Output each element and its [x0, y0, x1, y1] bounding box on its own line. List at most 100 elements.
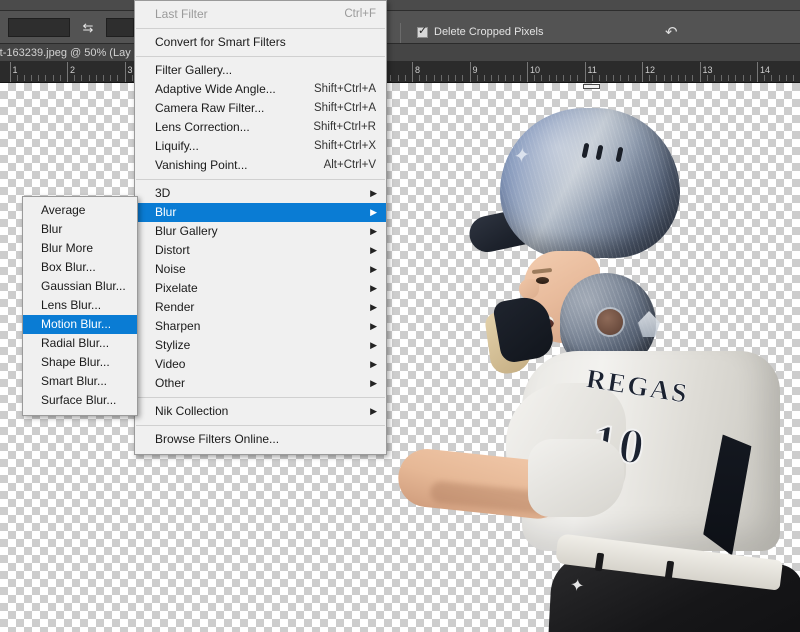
ruler-minor-tick — [405, 75, 406, 81]
ruler-minor-tick — [513, 75, 514, 81]
menu-item-filter-gallery[interactable]: Filter Gallery... — [135, 61, 386, 80]
ruler-minor-tick — [620, 75, 621, 81]
submenu-arrow-icon: ▶ — [370, 298, 377, 317]
submenu-arrow-icon: ▶ — [370, 374, 377, 393]
menu-item-label: Video — [155, 357, 185, 371]
ruler-tick-label: 12 — [645, 65, 655, 75]
ruler-tick-label: 1 — [13, 65, 18, 75]
menu-item-label: Blur Gallery — [155, 224, 218, 238]
ruler-minor-tick — [462, 75, 463, 81]
menu-item-label: Liquify... — [155, 139, 199, 153]
menu-item-label: Average — [41, 203, 85, 217]
menu-item-last-filter: Last FilterCtrl+F — [135, 5, 386, 24]
menu-item-radial-blur[interactable]: Radial Blur... — [23, 334, 137, 353]
ruler-minor-tick — [563, 75, 564, 81]
ruler-minor-tick — [505, 75, 506, 81]
menu-item-stylize[interactable]: Stylize▶ — [135, 336, 386, 355]
menu-item-blur[interactable]: Blur▶ — [135, 203, 386, 222]
ruler-minor-tick — [556, 75, 557, 81]
menu-item-convert-for-smart-filters[interactable]: Convert for Smart Filters — [135, 33, 386, 52]
menu-item-adaptive-wide-angle[interactable]: Adaptive Wide Angle...Shift+Ctrl+A — [135, 80, 386, 99]
menu-item-browse-filters-online[interactable]: Browse Filters Online... — [135, 430, 386, 449]
ruler-tick-label: 9 — [473, 65, 478, 75]
ruler-minor-tick — [448, 75, 449, 81]
document-tab-title: rt-163239.jpeg @ 50% (Lay — [0, 47, 131, 59]
menu-item-label: Filter Gallery... — [155, 63, 232, 77]
filter-menu[interactable]: Last FilterCtrl+F Convert for Smart Filte… — [134, 0, 387, 455]
ruler-major-tick — [527, 62, 528, 82]
ruler-minor-tick — [728, 75, 729, 81]
menu-item-shortcut: Shift+Ctrl+R — [313, 118, 376, 137]
ruler-minor-tick — [721, 75, 722, 81]
menu-item-lens-correction[interactable]: Lens Correction...Shift+Ctrl+R — [135, 118, 386, 137]
reset-arrow-icon[interactable]: ↶ — [665, 25, 678, 40]
swap-arrows-icon[interactable]: ⇆ — [78, 21, 98, 35]
document-tab-bar[interactable]: rt-163239.jpeg @ 50% (Lay — [0, 44, 800, 62]
menu-item-3d[interactable]: 3D▶ — [135, 184, 386, 203]
ruler-major-tick — [757, 62, 758, 82]
menu-item-sharpen[interactable]: Sharpen▶ — [135, 317, 386, 336]
window-top-strip — [0, 0, 800, 11]
ruler-minor-tick — [89, 75, 90, 81]
menu-item-nik-collection[interactable]: Nik Collection▶ — [135, 402, 386, 421]
menu-item-label: Sharpen — [155, 319, 200, 333]
menu-item-liquify[interactable]: Liquify... Shift+Ctrl+X — [135, 137, 386, 156]
menu-item-noise[interactable]: Noise▶ — [135, 260, 386, 279]
menu-item-label: Noise — [155, 262, 186, 276]
menu-item-shortcut: Alt+Ctrl+V — [324, 156, 376, 175]
menu-separator — [136, 56, 385, 57]
menu-item-label: Other — [155, 376, 185, 390]
menu-item-box-blur[interactable]: Box Blur... — [23, 258, 137, 277]
ruler-major-tick — [10, 62, 11, 82]
menu-item-smart-blur[interactable]: Smart Blur... — [23, 372, 137, 391]
crop-height-field[interactable] — [106, 18, 134, 37]
menu-item-shape-blur[interactable]: Shape Blur... — [23, 353, 137, 372]
menu-item-label: Last Filter — [155, 7, 208, 21]
ruler-minor-tick — [419, 75, 420, 81]
ruler-minor-tick — [685, 75, 686, 81]
ruler-minor-tick — [570, 75, 571, 81]
menu-item-other[interactable]: Other ▶ — [135, 374, 386, 393]
delete-cropped-pixels-checkbox[interactable]: Delete Cropped Pixels — [417, 26, 543, 38]
menu-item-pixelate[interactable]: Pixelate▶ — [135, 279, 386, 298]
ruler-minor-tick — [750, 75, 751, 81]
menu-item-blur[interactable]: Blur — [23, 220, 137, 239]
menu-item-average[interactable]: Average — [23, 201, 137, 220]
horizontal-ruler[interactable]: 1234567891011121314 — [0, 62, 800, 83]
ruler-minor-tick — [426, 75, 427, 81]
menu-item-gaussian-blur[interactable]: Gaussian Blur... — [23, 277, 137, 296]
ruler-minor-tick — [692, 75, 693, 81]
menu-item-surface-blur[interactable]: Surface Blur... — [23, 391, 137, 410]
jersey-sleeve — [528, 439, 624, 517]
ruler-tick-label: 13 — [703, 65, 713, 75]
menu-item-label: Vanishing Point... — [155, 158, 248, 172]
menu-item-distort[interactable]: Distort▶ — [135, 241, 386, 260]
menu-item-motion-blur[interactable]: Motion Blur... — [23, 315, 137, 334]
ruler-minor-tick — [664, 75, 665, 81]
ruler-major-tick — [125, 62, 126, 82]
ruler-minor-tick — [398, 75, 399, 81]
menu-item-camera-raw-filter[interactable]: Camera Raw Filter...Shift+Ctrl+A — [135, 99, 386, 118]
ruler-minor-tick — [549, 75, 550, 81]
menu-item-video[interactable]: Video▶ — [135, 355, 386, 374]
ruler-minor-tick — [743, 75, 744, 81]
ruler-minor-tick — [577, 75, 578, 81]
menu-item-label: Stylize — [155, 338, 190, 352]
menu-item-blur-more[interactable]: Blur More — [23, 239, 137, 258]
menu-item-shortcut: Shift+Ctrl+X — [314, 137, 376, 156]
submenu-arrow-icon: ▶ — [370, 279, 377, 298]
menu-item-label: Convert for Smart Filters — [155, 35, 286, 49]
ruler-major-tick — [700, 62, 701, 82]
menu-item-render[interactable]: Render▶ — [135, 298, 386, 317]
ruler-minor-tick — [110, 75, 111, 81]
ruler-minor-tick — [671, 75, 672, 81]
menu-item-lens-blur[interactable]: Lens Blur... — [23, 296, 137, 315]
menu-item-blur-gallery[interactable]: Blur Gallery▶ — [135, 222, 386, 241]
menu-item-vanishing-point[interactable]: Vanishing Point... Alt+Ctrl+V — [135, 156, 386, 175]
crop-width-field[interactable] — [8, 18, 70, 37]
menu-item-shortcut: Shift+Ctrl+A — [314, 80, 376, 99]
ruler-minor-tick — [45, 75, 46, 81]
checkbox-box[interactable] — [417, 27, 428, 38]
ruler-minor-tick — [764, 75, 765, 81]
blur-submenu[interactable]: Average BlurBlur MoreBox Blur...Gaussian … — [22, 196, 138, 416]
